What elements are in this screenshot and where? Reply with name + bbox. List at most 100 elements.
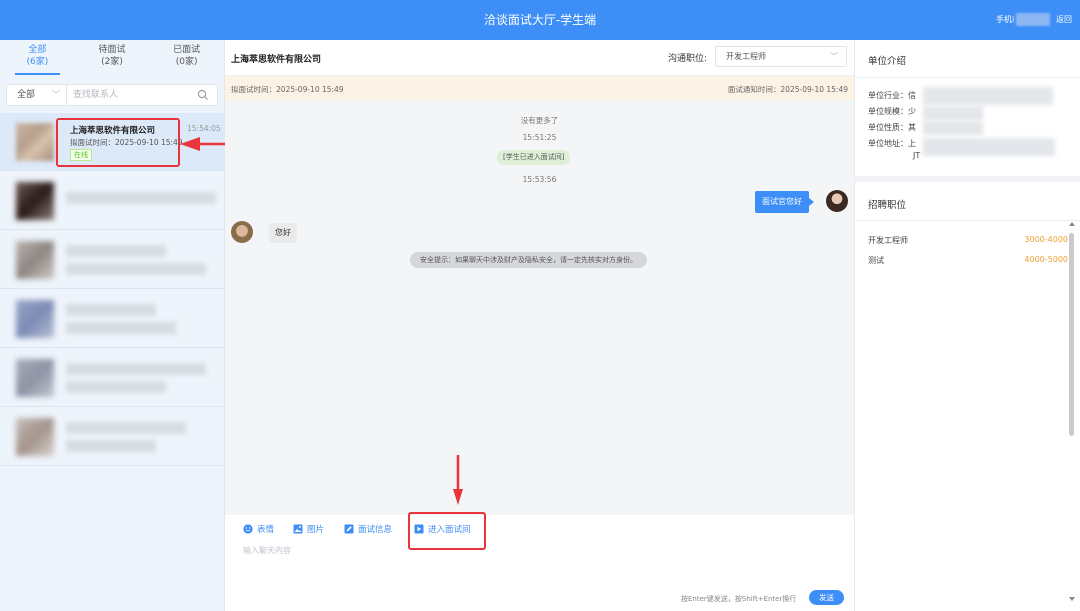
info-label: 单位行业： bbox=[868, 91, 908, 100]
company-avatar bbox=[16, 300, 54, 338]
tab-done[interactable]: 已面试 (0家) bbox=[149, 40, 224, 77]
message-timestamp: 15:51:25 bbox=[522, 133, 557, 142]
send-hint: 按Enter键发送，按Shift+Enter换行 bbox=[681, 595, 797, 603]
interview-info-button[interactable]: 面试信息 bbox=[344, 523, 392, 535]
divider bbox=[855, 220, 1080, 221]
company-address: 单位地址：上 bbox=[868, 138, 916, 149]
tab-count: (2家) bbox=[101, 57, 123, 67]
divider bbox=[855, 77, 1080, 78]
company-size: 单位规模：少 bbox=[868, 106, 916, 117]
system-message: [学生已进入面试间] bbox=[497, 150, 571, 165]
image-label: 图片 bbox=[307, 525, 325, 535]
image-button[interactable]: 图片 bbox=[293, 523, 324, 535]
tab-label: 待面试 bbox=[98, 45, 126, 55]
app-header: 洽谈面试大厅-学生端 手机i 返回 bbox=[0, 0, 1080, 40]
edit-icon bbox=[344, 524, 354, 534]
position-label: 沟通职位: bbox=[668, 54, 708, 64]
back-link[interactable]: 返回 bbox=[1056, 14, 1072, 25]
filter-select-value: 全部 bbox=[17, 90, 36, 100]
redacted-text bbox=[923, 121, 983, 135]
search-input[interactable] bbox=[73, 87, 193, 103]
annotation-highlight-contact bbox=[56, 118, 180, 167]
info-label: 单位规模： bbox=[868, 107, 908, 116]
contact-item[interactable] bbox=[0, 231, 224, 289]
send-button[interactable]: 发送 bbox=[809, 590, 844, 605]
job-salary: 3000-4000 bbox=[1024, 235, 1068, 244]
tab-all[interactable]: 全部 (6家) bbox=[0, 40, 75, 77]
tab-label: 已面试 bbox=[173, 45, 201, 55]
info-label: 单位性质： bbox=[868, 123, 908, 132]
scroll-up-icon[interactable] bbox=[1069, 221, 1075, 227]
redacted-text bbox=[66, 322, 176, 334]
company-type: 单位性质：其 bbox=[868, 122, 916, 133]
image-icon bbox=[293, 524, 303, 534]
redacted-text bbox=[66, 304, 156, 316]
contact-item[interactable] bbox=[0, 349, 224, 407]
planned-interview-time: 拟面试时间：2025-09-10 15:49 bbox=[231, 85, 344, 94]
position-select[interactable]: 开发工程师 ﹀ bbox=[715, 46, 847, 67]
page-title: 洽谈面试大厅-学生端 bbox=[483, 13, 597, 27]
phone-label: 手机i bbox=[996, 15, 1015, 24]
info-value: 少 bbox=[908, 107, 916, 116]
section-separator bbox=[855, 176, 1080, 182]
info-value: 其 bbox=[908, 123, 916, 132]
outgoing-message: 面试官您好 bbox=[755, 191, 814, 213]
filter-select[interactable]: 全部 ﹀ bbox=[7, 85, 67, 105]
interviewer-avatar bbox=[231, 221, 253, 243]
chevron-down-icon: ﹀ bbox=[830, 52, 838, 61]
redacted-text bbox=[66, 192, 216, 204]
phone-number-redacted bbox=[1016, 13, 1050, 26]
redacted-text bbox=[923, 106, 983, 120]
incoming-message: 您好 bbox=[269, 223, 297, 243]
contact-item[interactable] bbox=[0, 172, 224, 230]
company-avatar bbox=[16, 241, 54, 279]
job-name: 测试 bbox=[868, 256, 884, 265]
emoji-icon bbox=[243, 524, 253, 534]
scroll-down-icon[interactable] bbox=[1069, 596, 1075, 602]
company-address-extra: JT bbox=[913, 151, 921, 160]
company-avatar bbox=[16, 182, 54, 220]
safety-notice: 安全提示：如果聊天中涉及财产及隐私安全，请一定先核实对方身份。 bbox=[410, 252, 647, 268]
redacted-text bbox=[923, 87, 1053, 105]
notice-time: 面试通知时间：2025-09-10 15:49 bbox=[727, 85, 848, 94]
job-item[interactable]: 测试 4000-5000 bbox=[868, 255, 1068, 266]
chevron-down-icon: ﹀ bbox=[52, 90, 60, 99]
position-select-value: 开发工程师 bbox=[726, 52, 766, 61]
company-industry: 单位行业：信 bbox=[868, 90, 916, 101]
emoji-label: 表情 bbox=[257, 525, 275, 535]
student-avatar bbox=[826, 190, 848, 212]
jobs-title: 招聘职位 bbox=[868, 200, 907, 211]
contact-item[interactable] bbox=[0, 408, 224, 466]
scrollbar-thumb[interactable] bbox=[1069, 233, 1074, 436]
company-avatar bbox=[16, 418, 54, 456]
message-list: 没有更多了 15:51:25 [学生已进入面试间] 15:53:56 面试官您好… bbox=[225, 100, 854, 515]
redacted-text bbox=[66, 363, 206, 375]
search-icon[interactable] bbox=[197, 89, 209, 101]
info-value: 信 bbox=[908, 91, 916, 100]
composer-toolbar: 表情 图片 面试信息 进入面试间 bbox=[225, 515, 854, 545]
redacted-text bbox=[66, 245, 166, 257]
chat-company-name: 上海萃思软件有限公司 bbox=[231, 55, 322, 65]
redacted-text bbox=[66, 263, 206, 275]
company-info-title: 单位介绍 bbox=[868, 56, 907, 67]
active-tab-indicator bbox=[15, 73, 60, 75]
contact-filter: 全部 ﹀ bbox=[6, 84, 218, 106]
interview-info-label: 面试信息 bbox=[358, 525, 393, 535]
emoji-button[interactable]: 表情 bbox=[243, 523, 274, 535]
company-panel: 单位介绍 单位行业：信 单位规模：少 单位性质：其 单位地址：上 JT 招聘职位… bbox=[854, 40, 1080, 611]
message-input[interactable] bbox=[243, 545, 823, 585]
tab-pending[interactable]: 待面试 (2家) bbox=[75, 40, 150, 77]
contact-item[interactable] bbox=[0, 290, 224, 348]
annotation-arrow-down-icon bbox=[453, 455, 463, 505]
chat-header: 上海萃思软件有限公司 沟通职位: 开发工程师 ﹀ bbox=[225, 40, 854, 76]
company-avatar bbox=[16, 123, 54, 161]
job-salary: 4000-5000 bbox=[1024, 255, 1068, 264]
tab-label: 全部 bbox=[28, 45, 47, 55]
redacted-text bbox=[66, 381, 166, 393]
contact-tabs: 全部 (6家) 待面试 (2家) 已面试 (0家) bbox=[0, 40, 224, 77]
no-more-text: 没有更多了 bbox=[520, 116, 559, 125]
job-item[interactable]: 开发工程师 3000-4000 bbox=[868, 235, 1068, 246]
tab-count: (6家) bbox=[26, 57, 49, 67]
info-value: 上 bbox=[908, 139, 916, 148]
message-timestamp: 15:53:56 bbox=[522, 175, 557, 184]
